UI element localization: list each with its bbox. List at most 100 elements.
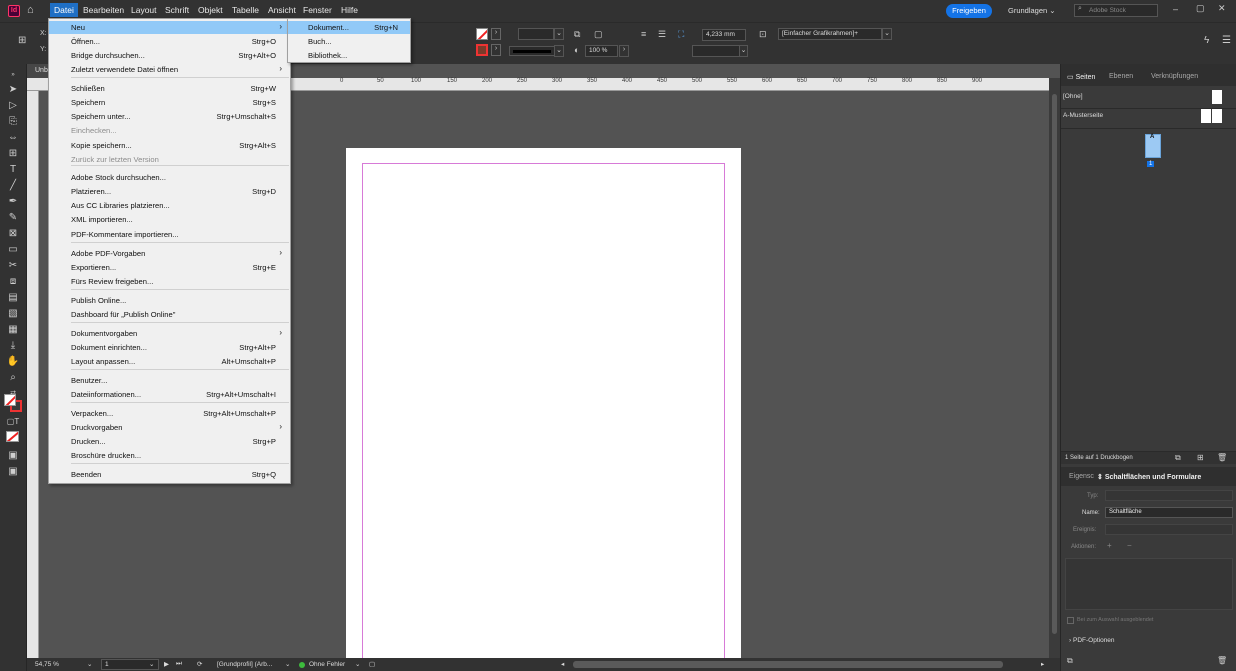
panel-delete-icon[interactable]: 🗑	[1217, 656, 1227, 665]
preflight-panel-icon[interactable]: ▢	[369, 660, 375, 668]
opacity-icon[interactable]: ◐	[574, 45, 579, 55]
screen-mode-icon[interactable]: ▣	[6, 466, 20, 478]
selection-tool-icon[interactable]: ➤	[6, 84, 20, 96]
lightning-icon[interactable]: ϟ	[1204, 35, 1209, 46]
file-menu-item[interactable]: Exportieren... Strg+E	[49, 261, 290, 274]
fill-arrow-button[interactable]: ›	[491, 28, 501, 40]
file-menu-item[interactable]: Dokument einrichten... Strg+Alt+P	[49, 341, 290, 354]
file-menu-item[interactable]: Platzieren... Strg+D	[49, 185, 290, 198]
file-menu-item[interactable]: Druckvorgaben ›	[49, 421, 290, 434]
file-menu-item[interactable]: Verpacken... Strg+Alt+Umschalt+P	[49, 407, 290, 420]
file-menu-item[interactable]: Schließen Strg+W	[49, 82, 290, 95]
file-menu-item[interactable]: PDF-Kommentare importieren...	[49, 228, 290, 241]
panel-menu-icon[interactable]: ☰	[1222, 35, 1231, 46]
rectangle-frame-tool-icon[interactable]: ⊠	[6, 228, 20, 240]
view-mode-icon[interactable]: ▣	[6, 450, 20, 462]
menu-objekt[interactable]: Objekt	[194, 4, 227, 16]
frame-style-dropdown[interactable]: [Einfacher Grafikrahmen]+	[778, 28, 882, 40]
measure-field-2[interactable]	[692, 45, 740, 57]
add-action-icon[interactable]: +	[1107, 541, 1112, 550]
none-master-thumb[interactable]	[1212, 90, 1222, 104]
vertical-scrollbar[interactable]	[1049, 78, 1060, 658]
zoom-tool-icon[interactable]: ⌕	[6, 372, 20, 384]
scroll-left-icon[interactable]: ◂	[561, 660, 564, 668]
edit-page-size-icon[interactable]: ⧉	[1175, 453, 1181, 463]
gradient-feather-tool-icon[interactable]: ▧	[6, 308, 20, 320]
object-style-icon[interactable]: ⊡	[759, 29, 767, 40]
zoom-arrow-button[interactable]: ›	[619, 45, 629, 57]
file-menu-item[interactable]: Neu ›	[49, 21, 290, 34]
page-dropdown-icon[interactable]: ⌄	[149, 660, 154, 668]
zoom-percent-field[interactable]: 100 %	[585, 45, 618, 57]
file-menu-item[interactable]: Speichern unter... Strg+Umschalt+S	[49, 110, 290, 123]
zoom-dropdown-icon[interactable]: ⌄	[87, 660, 92, 668]
direct-selection-tool-icon[interactable]: ▷	[6, 100, 20, 112]
file-menu-item[interactable]: Broschüre drucken...	[49, 449, 290, 462]
actions-list[interactable]	[1065, 558, 1233, 610]
measure-dropdown[interactable]: ⌄	[739, 45, 748, 57]
file-menu-item[interactable]: Benutzer...	[49, 374, 290, 387]
menu-hilfe[interactable]: Hilfe	[337, 4, 362, 16]
share-button[interactable]: Freigeben	[946, 4, 992, 18]
new-submenu-item[interactable]: Bibliothek...	[288, 49, 410, 62]
home-icon[interactable]: ⌂	[27, 4, 34, 16]
pen-tool-icon[interactable]: ✒	[6, 196, 20, 208]
fill-swatch[interactable]	[476, 28, 488, 40]
menu-tabelle[interactable]: Tabelle	[228, 4, 263, 16]
formatting-container-icon[interactable]: ▢T	[6, 416, 20, 428]
menu-bearbeiten[interactable]: Bearbeiten	[79, 4, 128, 16]
master-left-thumb[interactable]	[1201, 109, 1211, 123]
file-menu-item[interactable]: Zuletzt verwendete Datei öffnen ›	[49, 63, 290, 76]
file-menu-item[interactable]: Fürs Review freigeben...	[49, 275, 290, 288]
preview-icon[interactable]: ⧉	[1067, 656, 1073, 666]
line-tool-icon[interactable]: ╱	[6, 180, 20, 192]
menu-ansicht[interactable]: Ansicht	[264, 4, 300, 16]
file-menu-item[interactable]: Öffnen... Strg+O	[49, 35, 290, 48]
gradient-swatch-tool-icon[interactable]: ▤	[6, 292, 20, 304]
stroke-arrow-button[interactable]: ›	[491, 44, 501, 56]
last-page-icon[interactable]: ⏭	[176, 660, 182, 668]
minimize-window-button[interactable]: –	[1173, 4, 1178, 14]
file-menu-item[interactable]: Bridge durchsuchen... Strg+Alt+O	[49, 49, 290, 62]
file-menu-item[interactable]: Beenden Strg+Q	[49, 468, 290, 481]
a-master-label[interactable]: A-Musterseite	[1063, 112, 1103, 119]
pencil-tool-icon[interactable]: ✎	[6, 212, 20, 224]
pdf-options-toggle[interactable]: › PDF-Optionen	[1069, 637, 1115, 644]
rectangle-tool-icon[interactable]: ▭	[6, 244, 20, 256]
type-tool-icon[interactable]: T	[6, 164, 20, 176]
reference-point-icon[interactable]: ⊞	[18, 35, 26, 46]
toolbox-collapse-icon[interactable]: »	[6, 69, 20, 81]
delete-page-icon[interactable]: 🗑	[1217, 453, 1227, 462]
file-menu-item[interactable]: Speichern Strg+S	[49, 96, 290, 109]
tab-eigenschaften[interactable]: Eigensc	[1069, 473, 1094, 480]
frame-style-chevron-icon[interactable]: ⌄	[882, 28, 892, 40]
tab-ebenen[interactable]: Ebenen	[1109, 73, 1133, 80]
hand-tool-icon[interactable]: ✋	[6, 356, 20, 368]
scissors-tool-icon[interactable]: ✂	[6, 260, 20, 272]
file-menu-item[interactable]: Dokumentvorgaben ›	[49, 327, 290, 340]
gap-tool-icon[interactable]: ⇔	[6, 132, 20, 144]
event-dropdown[interactable]	[1105, 524, 1233, 535]
tab-schaltflaechen[interactable]: ⇕ Schaltflächen und Formulare	[1097, 473, 1201, 481]
menu-schrift[interactable]: Schrift	[161, 4, 193, 16]
remove-action-icon[interactable]: −	[1127, 541, 1132, 550]
stroke-swatch[interactable]	[476, 44, 488, 56]
fill-stroke-proxy[interactable]	[4, 394, 22, 412]
note-tool-icon[interactable]: ▦	[6, 324, 20, 336]
close-window-button[interactable]: ✕	[1218, 3, 1226, 14]
page-tool-icon[interactable]: ⎘	[6, 116, 20, 128]
type-dropdown[interactable]	[1105, 490, 1233, 501]
stroke-type-dropdown[interactable]: ⌄	[554, 45, 564, 57]
menu-datei[interactable]: Datei	[50, 3, 78, 17]
new-page-icon[interactable]: ⊞	[1197, 453, 1204, 462]
profile-dropdown-icon[interactable]: ⌄	[285, 660, 290, 668]
new-submenu-item[interactable]: Dokument... Strg+N	[288, 21, 410, 34]
file-menu-item[interactable]: Aus CC Libraries platzieren...	[49, 199, 290, 212]
vertical-ruler[interactable]	[27, 91, 39, 658]
free-transform-tool-icon[interactable]: ⧈	[6, 276, 20, 288]
stroke-weight-dropdown[interactable]: ⌄	[554, 28, 564, 40]
file-menu-item[interactable]: XML importieren...	[49, 213, 290, 226]
file-menu-item[interactable]: Dashboard für „Publish Online"	[49, 308, 290, 321]
page-1-thumb[interactable]: A	[1145, 134, 1161, 158]
maximize-window-button[interactable]: ▢	[1196, 3, 1205, 14]
